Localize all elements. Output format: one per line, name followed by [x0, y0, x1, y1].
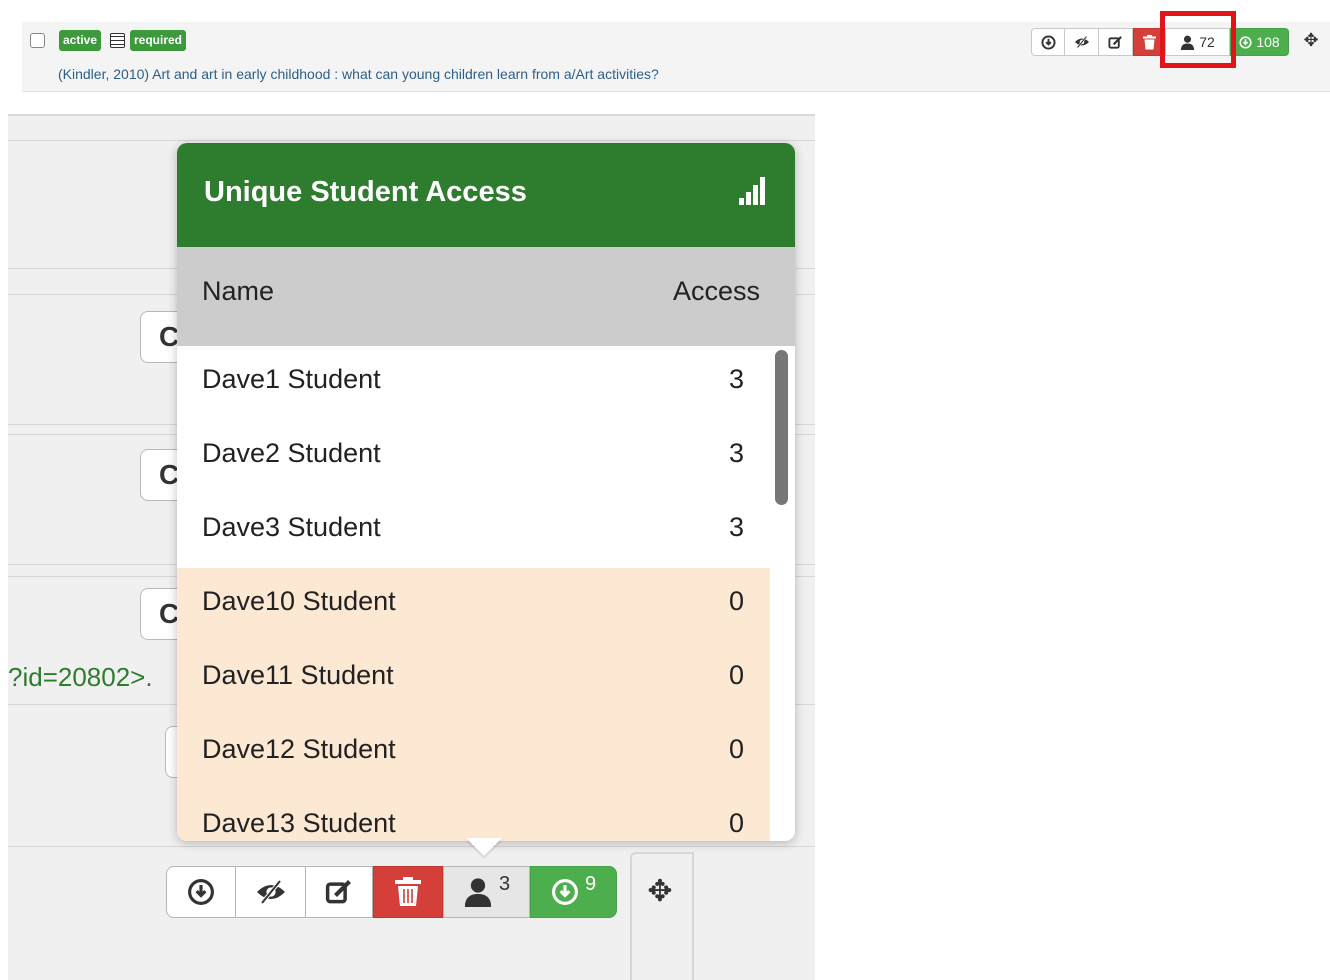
- student-row: Dave2 Student 3: [177, 420, 770, 494]
- access-count: 0: [728, 808, 744, 838]
- eye-slash-icon: [1074, 35, 1089, 49]
- student-name: Dave10 Student: [202, 586, 396, 616]
- student-name: Dave12 Student: [202, 734, 396, 764]
- signal-bars-icon: [739, 177, 765, 205]
- required-tag: required: [130, 30, 187, 51]
- trash-icon: [1142, 34, 1156, 49]
- student-row: Dave1 Student 3: [177, 346, 770, 420]
- student-name: Dave2 Student: [202, 438, 381, 468]
- table-cell-border: [630, 852, 694, 980]
- student-row: Dave3 Student 3: [177, 494, 770, 568]
- hide-button[interactable]: [1064, 28, 1099, 56]
- student-row: Dave10 Student 0: [177, 568, 770, 642]
- move-icon[interactable]: ✥: [1297, 30, 1325, 54]
- downloads-button-zoomed[interactable]: 9: [530, 866, 617, 918]
- popover-title: Unique Student Access: [204, 176, 527, 208]
- highlight-annotation: [1160, 11, 1236, 68]
- trash-icon: [395, 877, 421, 906]
- student-name: Dave11 Student: [202, 660, 394, 690]
- access-count: 0: [728, 734, 744, 764]
- student-access-button-zoomed[interactable]: 3: [443, 866, 530, 918]
- edit-button[interactable]: [1098, 28, 1133, 56]
- edit-icon: [1108, 35, 1122, 49]
- download-count: 9: [584, 872, 597, 895]
- download-button-zoomed[interactable]: [166, 866, 236, 918]
- download-circle-icon: [551, 879, 578, 905]
- select-checkbox[interactable]: [30, 33, 45, 48]
- scrollbar-thumb[interactable]: [775, 350, 788, 505]
- student-count: 3: [498, 872, 511, 895]
- student-name: Dave3 Student: [202, 512, 381, 542]
- edit-icon: [325, 880, 351, 904]
- student-row: Dave13 Student 0: [177, 790, 770, 841]
- download-button[interactable]: [1031, 28, 1065, 56]
- student-name: Dave1 Student: [202, 364, 381, 394]
- eye-slash-icon: [256, 878, 285, 906]
- access-count: 3: [728, 438, 744, 468]
- delete-button-zoomed[interactable]: [373, 866, 443, 918]
- download-circle-icon: [1239, 35, 1252, 49]
- id-link-text[interactable]: ?id=20802>.: [8, 662, 153, 693]
- edit-button-zoomed[interactable]: [305, 866, 373, 918]
- access-count: 3: [728, 512, 744, 542]
- student-row: Dave12 Student 0: [177, 716, 770, 790]
- download-circle-icon: [1040, 34, 1056, 50]
- active-tag: active: [59, 30, 102, 51]
- student-row: Dave11 Student 0: [177, 642, 770, 716]
- user-icon: [464, 878, 492, 907]
- access-count: 0: [728, 660, 744, 690]
- citation-link[interactable]: (Kindler, 2010) Art and art in early chi…: [58, 66, 659, 82]
- student-name: Dave13 Student: [202, 808, 396, 838]
- access-count: 0: [728, 586, 744, 616]
- popover-pointer: [466, 838, 502, 856]
- unique-student-access-popover: Unique Student Access Name Access Dave1 …: [177, 143, 795, 841]
- download-count: 108: [1256, 34, 1280, 50]
- downloads-button[interactable]: 108: [1230, 28, 1289, 56]
- access-count: 3: [728, 364, 744, 394]
- hide-button-zoomed[interactable]: [235, 866, 306, 918]
- table-cell-border: [692, 852, 734, 980]
- document-icon: [110, 33, 125, 48]
- column-header-name[interactable]: Name: [202, 276, 274, 307]
- divider: [8, 140, 815, 141]
- column-header-access[interactable]: Access: [673, 276, 760, 307]
- divider: [8, 846, 815, 847]
- download-circle-icon: [188, 879, 214, 905]
